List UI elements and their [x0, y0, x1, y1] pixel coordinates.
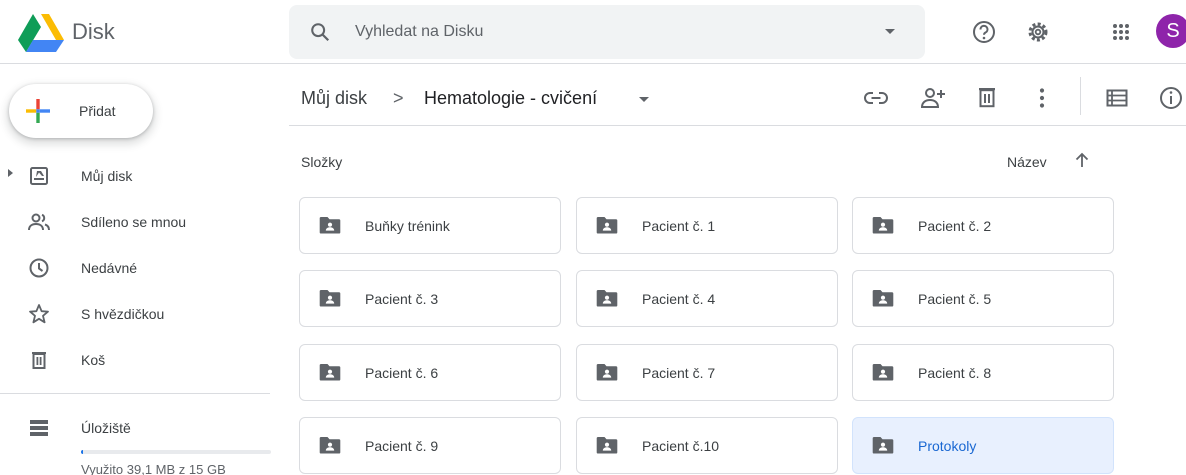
- sidebar-item-label: Koš: [81, 352, 106, 368]
- shared-folder-icon: [596, 437, 618, 454]
- storage-usage-bar: [81, 450, 271, 454]
- folder-card[interactable]: Pacient č.10: [576, 417, 838, 474]
- share-add-person-icon[interactable]: [919, 84, 947, 112]
- trash-icon: [32, 352, 46, 369]
- storage-icon: [30, 420, 48, 436]
- folder-name: Pacient č. 8: [918, 365, 992, 381]
- folder-card[interactable]: Pacient č. 9: [299, 417, 561, 474]
- sidebar-item-label: Úložiště: [81, 420, 131, 436]
- star-icon: [29, 304, 49, 324]
- plus-icon: [26, 99, 50, 123]
- expand-arrow-icon[interactable]: [8, 169, 13, 177]
- shared-folder-icon: [319, 437, 341, 454]
- folder-name: Pacient č. 3: [365, 291, 439, 307]
- search-input[interactable]: Vyhledat na Disku: [355, 23, 483, 41]
- shared-folder-icon: [319, 290, 341, 307]
- shared-folder-icon: [872, 437, 894, 454]
- folder-name: Pacient č. 1: [642, 218, 716, 234]
- shared-folder-icon: [319, 364, 341, 381]
- folder-menu-dropdown-icon[interactable]: [639, 97, 649, 102]
- folder-card[interactable]: Pacient č. 5: [852, 270, 1114, 327]
- search-options-icon[interactable]: [885, 29, 895, 34]
- folders-section-title: Složky: [301, 154, 343, 170]
- folder-name: Pacient č. 7: [642, 365, 716, 381]
- my-drive-icon: [30, 167, 48, 185]
- folder-card[interactable]: Pacient č. 4: [576, 270, 838, 327]
- folder-card[interactable]: Pacient č. 3: [299, 270, 561, 327]
- folder-name: Protokoly: [918, 438, 977, 454]
- top-bar: Disk Vyhledat na Disku S: [0, 0, 1186, 64]
- shared-folder-icon: [872, 364, 894, 381]
- folder-name: Pacient č.10: [642, 438, 720, 454]
- shared-folder-icon: [596, 364, 618, 381]
- sort-ascending-arrow-icon[interactable]: [1072, 150, 1092, 170]
- sidebar-item-my-drive[interactable]: Můj disk: [0, 156, 270, 196]
- clock-icon: [29, 258, 49, 278]
- folder-name: Pacient č. 6: [365, 365, 439, 381]
- folder-name: Pacient č. 9: [365, 438, 439, 454]
- breadcrumb-separator: >: [393, 88, 404, 108]
- toolbar-divider-line: [289, 125, 1186, 126]
- folder-card[interactable]: Pacient č. 6: [299, 344, 561, 401]
- folder-card[interactable]: Protokoly: [852, 417, 1114, 474]
- shared-folder-icon: [319, 217, 341, 234]
- folder-card[interactable]: Buňky trénink: [299, 197, 561, 254]
- shared-folder-icon: [596, 290, 618, 307]
- sidebar-divider: [0, 393, 270, 394]
- help-icon[interactable]: [970, 18, 998, 46]
- folder-name: Pacient č. 2: [918, 218, 992, 234]
- apps-grid-icon[interactable]: [1107, 18, 1135, 46]
- shared-folder-icon: [596, 217, 618, 234]
- trash-icon[interactable]: [973, 84, 1001, 112]
- list-view-icon[interactable]: [1103, 84, 1131, 112]
- sidebar-item-label: Můj disk: [81, 168, 133, 184]
- settings-gear-icon[interactable]: [1024, 18, 1052, 46]
- drive-logo-icon[interactable]: [18, 14, 64, 52]
- sort-by-name-button[interactable]: Název: [1007, 154, 1047, 170]
- search-bar[interactable]: Vyhledat na Disku: [289, 5, 925, 59]
- new-button[interactable]: Přidat: [9, 84, 153, 138]
- folder-card[interactable]: Pacient č. 8: [852, 344, 1114, 401]
- search-icon[interactable]: [309, 21, 331, 43]
- sidebar-item-trash[interactable]: Koš: [0, 340, 270, 380]
- shared-icon: [28, 213, 50, 231]
- new-button-label: Přidat: [79, 103, 116, 119]
- folder-card[interactable]: Pacient č. 7: [576, 344, 838, 401]
- folder-name: Pacient č. 4: [642, 291, 716, 307]
- shared-folder-icon: [872, 217, 894, 234]
- breadcrumb-current[interactable]: Hematologie - cvičení: [424, 88, 597, 109]
- sidebar-item-label: S hvězdičkou: [81, 306, 165, 322]
- link-icon[interactable]: [862, 84, 890, 112]
- info-icon[interactable]: [1157, 84, 1185, 112]
- sidebar-item-starred[interactable]: S hvězdičkou: [0, 294, 270, 334]
- sidebar-item-storage[interactable]: Úložiště: [0, 408, 270, 448]
- more-options-icon[interactable]: [1028, 84, 1056, 112]
- sidebar-item-label: Nedávné: [81, 260, 138, 276]
- breadcrumb-root[interactable]: Můj disk: [301, 88, 367, 109]
- folder-name: Buňky trénink: [365, 218, 450, 234]
- account-avatar[interactable]: S: [1156, 14, 1186, 48]
- toolbar-divider: [1080, 77, 1081, 115]
- sidebar-item-label: Sdíleno se mnou: [81, 214, 187, 230]
- folder-card[interactable]: Pacient č. 1: [576, 197, 838, 254]
- storage-usage-text: Využito 39,1 MB z 15 GB: [81, 462, 226, 475]
- shared-folder-icon: [872, 290, 894, 307]
- folder-name: Pacient č. 5: [918, 291, 992, 307]
- folder-card[interactable]: Pacient č. 2: [852, 197, 1114, 254]
- sidebar-item-shared-with-me[interactable]: Sdíleno se mnou: [0, 202, 270, 242]
- app-title: Disk: [72, 19, 115, 44]
- sidebar-item-recent[interactable]: Nedávné: [0, 248, 270, 288]
